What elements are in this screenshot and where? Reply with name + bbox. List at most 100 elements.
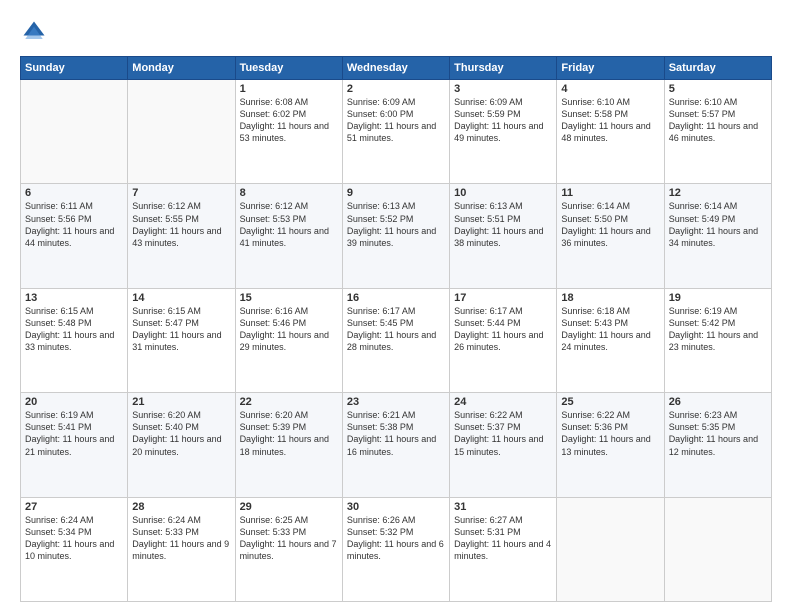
- calendar-cell: 10Sunrise: 6:13 AM Sunset: 5:51 PM Dayli…: [450, 184, 557, 288]
- day-info: Sunrise: 6:27 AM Sunset: 5:31 PM Dayligh…: [454, 514, 552, 563]
- day-number: 28: [132, 501, 230, 513]
- day-info: Sunrise: 6:18 AM Sunset: 5:43 PM Dayligh…: [561, 305, 659, 354]
- day-info: Sunrise: 6:14 AM Sunset: 5:49 PM Dayligh…: [669, 200, 767, 249]
- calendar-cell: 31Sunrise: 6:27 AM Sunset: 5:31 PM Dayli…: [450, 497, 557, 601]
- day-info: Sunrise: 6:10 AM Sunset: 5:58 PM Dayligh…: [561, 96, 659, 145]
- calendar-cell: [664, 497, 771, 601]
- day-number: 11: [561, 187, 659, 199]
- calendar-cell: 20Sunrise: 6:19 AM Sunset: 5:41 PM Dayli…: [21, 393, 128, 497]
- calendar-header-wednesday: Wednesday: [342, 57, 449, 80]
- day-number: 24: [454, 396, 552, 408]
- calendar-cell: 2Sunrise: 6:09 AM Sunset: 6:00 PM Daylig…: [342, 80, 449, 184]
- day-info: Sunrise: 6:10 AM Sunset: 5:57 PM Dayligh…: [669, 96, 767, 145]
- logo-icon: [20, 18, 48, 46]
- calendar-cell: 5Sunrise: 6:10 AM Sunset: 5:57 PM Daylig…: [664, 80, 771, 184]
- calendar-header-row: SundayMondayTuesdayWednesdayThursdayFrid…: [21, 57, 772, 80]
- day-info: Sunrise: 6:23 AM Sunset: 5:35 PM Dayligh…: [669, 409, 767, 458]
- calendar-week-1: 1Sunrise: 6:08 AM Sunset: 6:02 PM Daylig…: [21, 80, 772, 184]
- logo: [20, 18, 52, 46]
- calendar-cell: 30Sunrise: 6:26 AM Sunset: 5:32 PM Dayli…: [342, 497, 449, 601]
- calendar-cell: [557, 497, 664, 601]
- day-number: 4: [561, 83, 659, 95]
- day-info: Sunrise: 6:13 AM Sunset: 5:51 PM Dayligh…: [454, 200, 552, 249]
- day-info: Sunrise: 6:16 AM Sunset: 5:46 PM Dayligh…: [240, 305, 338, 354]
- calendar-header-saturday: Saturday: [664, 57, 771, 80]
- day-info: Sunrise: 6:13 AM Sunset: 5:52 PM Dayligh…: [347, 200, 445, 249]
- day-info: Sunrise: 6:20 AM Sunset: 5:40 PM Dayligh…: [132, 409, 230, 458]
- day-number: 16: [347, 292, 445, 304]
- calendar-cell: 21Sunrise: 6:20 AM Sunset: 5:40 PM Dayli…: [128, 393, 235, 497]
- calendar-week-5: 27Sunrise: 6:24 AM Sunset: 5:34 PM Dayli…: [21, 497, 772, 601]
- calendar-cell: 28Sunrise: 6:24 AM Sunset: 5:33 PM Dayli…: [128, 497, 235, 601]
- calendar-header-sunday: Sunday: [21, 57, 128, 80]
- calendar-cell: 23Sunrise: 6:21 AM Sunset: 5:38 PM Dayli…: [342, 393, 449, 497]
- calendar-header-tuesday: Tuesday: [235, 57, 342, 80]
- calendar-cell: 7Sunrise: 6:12 AM Sunset: 5:55 PM Daylig…: [128, 184, 235, 288]
- day-number: 29: [240, 501, 338, 513]
- calendar-week-2: 6Sunrise: 6:11 AM Sunset: 5:56 PM Daylig…: [21, 184, 772, 288]
- header: [20, 18, 772, 46]
- day-number: 8: [240, 187, 338, 199]
- calendar-cell: 24Sunrise: 6:22 AM Sunset: 5:37 PM Dayli…: [450, 393, 557, 497]
- calendar-cell: 9Sunrise: 6:13 AM Sunset: 5:52 PM Daylig…: [342, 184, 449, 288]
- day-number: 19: [669, 292, 767, 304]
- day-number: 14: [132, 292, 230, 304]
- calendar-cell: 17Sunrise: 6:17 AM Sunset: 5:44 PM Dayli…: [450, 288, 557, 392]
- day-info: Sunrise: 6:19 AM Sunset: 5:41 PM Dayligh…: [25, 409, 123, 458]
- day-number: 2: [347, 83, 445, 95]
- day-number: 17: [454, 292, 552, 304]
- calendar-cell: 11Sunrise: 6:14 AM Sunset: 5:50 PM Dayli…: [557, 184, 664, 288]
- day-number: 20: [25, 396, 123, 408]
- day-info: Sunrise: 6:08 AM Sunset: 6:02 PM Dayligh…: [240, 96, 338, 145]
- day-number: 25: [561, 396, 659, 408]
- calendar-cell: 18Sunrise: 6:18 AM Sunset: 5:43 PM Dayli…: [557, 288, 664, 392]
- day-number: 12: [669, 187, 767, 199]
- day-number: 10: [454, 187, 552, 199]
- calendar-cell: 1Sunrise: 6:08 AM Sunset: 6:02 PM Daylig…: [235, 80, 342, 184]
- calendar-header-monday: Monday: [128, 57, 235, 80]
- calendar-cell: 12Sunrise: 6:14 AM Sunset: 5:49 PM Dayli…: [664, 184, 771, 288]
- day-number: 26: [669, 396, 767, 408]
- calendar-cell: 13Sunrise: 6:15 AM Sunset: 5:48 PM Dayli…: [21, 288, 128, 392]
- calendar-cell: 15Sunrise: 6:16 AM Sunset: 5:46 PM Dayli…: [235, 288, 342, 392]
- day-info: Sunrise: 6:09 AM Sunset: 6:00 PM Dayligh…: [347, 96, 445, 145]
- day-info: Sunrise: 6:20 AM Sunset: 5:39 PM Dayligh…: [240, 409, 338, 458]
- day-number: 18: [561, 292, 659, 304]
- day-number: 7: [132, 187, 230, 199]
- day-info: Sunrise: 6:12 AM Sunset: 5:53 PM Dayligh…: [240, 200, 338, 249]
- calendar-cell: 26Sunrise: 6:23 AM Sunset: 5:35 PM Dayli…: [664, 393, 771, 497]
- day-number: 3: [454, 83, 552, 95]
- day-info: Sunrise: 6:26 AM Sunset: 5:32 PM Dayligh…: [347, 514, 445, 563]
- day-number: 27: [25, 501, 123, 513]
- day-info: Sunrise: 6:15 AM Sunset: 5:48 PM Dayligh…: [25, 305, 123, 354]
- day-info: Sunrise: 6:12 AM Sunset: 5:55 PM Dayligh…: [132, 200, 230, 249]
- day-info: Sunrise: 6:14 AM Sunset: 5:50 PM Dayligh…: [561, 200, 659, 249]
- day-number: 31: [454, 501, 552, 513]
- day-info: Sunrise: 6:24 AM Sunset: 5:33 PM Dayligh…: [132, 514, 230, 563]
- day-info: Sunrise: 6:09 AM Sunset: 5:59 PM Dayligh…: [454, 96, 552, 145]
- calendar-cell: 14Sunrise: 6:15 AM Sunset: 5:47 PM Dayli…: [128, 288, 235, 392]
- day-info: Sunrise: 6:19 AM Sunset: 5:42 PM Dayligh…: [669, 305, 767, 354]
- calendar-cell: 22Sunrise: 6:20 AM Sunset: 5:39 PM Dayli…: [235, 393, 342, 497]
- calendar-cell: 25Sunrise: 6:22 AM Sunset: 5:36 PM Dayli…: [557, 393, 664, 497]
- day-number: 22: [240, 396, 338, 408]
- calendar-cell: 19Sunrise: 6:19 AM Sunset: 5:42 PM Dayli…: [664, 288, 771, 392]
- day-number: 13: [25, 292, 123, 304]
- calendar-week-4: 20Sunrise: 6:19 AM Sunset: 5:41 PM Dayli…: [21, 393, 772, 497]
- day-number: 23: [347, 396, 445, 408]
- day-info: Sunrise: 6:25 AM Sunset: 5:33 PM Dayligh…: [240, 514, 338, 563]
- calendar-table: SundayMondayTuesdayWednesdayThursdayFrid…: [20, 56, 772, 602]
- calendar-header-friday: Friday: [557, 57, 664, 80]
- day-number: 6: [25, 187, 123, 199]
- calendar-cell: 27Sunrise: 6:24 AM Sunset: 5:34 PM Dayli…: [21, 497, 128, 601]
- calendar-cell: 4Sunrise: 6:10 AM Sunset: 5:58 PM Daylig…: [557, 80, 664, 184]
- day-info: Sunrise: 6:15 AM Sunset: 5:47 PM Dayligh…: [132, 305, 230, 354]
- day-info: Sunrise: 6:24 AM Sunset: 5:34 PM Dayligh…: [25, 514, 123, 563]
- day-info: Sunrise: 6:17 AM Sunset: 5:44 PM Dayligh…: [454, 305, 552, 354]
- page: SundayMondayTuesdayWednesdayThursdayFrid…: [0, 0, 792, 612]
- calendar-cell: 3Sunrise: 6:09 AM Sunset: 5:59 PM Daylig…: [450, 80, 557, 184]
- calendar-cell: 29Sunrise: 6:25 AM Sunset: 5:33 PM Dayli…: [235, 497, 342, 601]
- day-number: 15: [240, 292, 338, 304]
- calendar-cell: 6Sunrise: 6:11 AM Sunset: 5:56 PM Daylig…: [21, 184, 128, 288]
- day-number: 5: [669, 83, 767, 95]
